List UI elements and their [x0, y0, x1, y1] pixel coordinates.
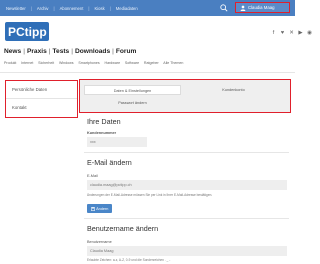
top-nav-item-mediadaten[interactable]: Mediadaten [116, 6, 138, 11]
social-links: f ♥ ✕ ▶ ◉ [271, 30, 312, 36]
search-icon[interactable] [220, 4, 228, 12]
x-icon[interactable]: ✕ [289, 30, 294, 36]
tab-data-settings[interactable]: Daten & Einstellungen [84, 85, 181, 95]
tab-customer-account[interactable]: Kundenkonto [185, 85, 282, 95]
main-nav-item-tests[interactable]: Tests [52, 48, 69, 55]
sub-nav-item[interactable]: Sicherheit [38, 61, 54, 65]
sidebar-item-personal-data[interactable]: Persönliche Daten [6, 81, 77, 99]
sidebar-item-contact[interactable]: Kontakt [6, 99, 77, 116]
user-name: Claudia Maag [248, 5, 275, 10]
main-nav-item-forum[interactable]: Forum [116, 48, 137, 55]
save-icon [90, 206, 95, 211]
sub-nav-item[interactable]: Software [125, 61, 139, 65]
tab-change-password[interactable]: Passwort ändern [84, 98, 181, 108]
logo-text: PCtipp [8, 25, 47, 39]
youtube-icon[interactable]: ▶ [298, 30, 303, 36]
top-nav-separator: | [30, 5, 32, 11]
email-hint: Änderungen der E-Mail-Adresse müssen Sie… [87, 193, 213, 197]
top-nav-separator: | [53, 5, 55, 11]
main-nav-item-downloads[interactable]: Downloads [75, 48, 110, 55]
username-label: Benutzername [87, 240, 112, 244]
settings-tabs: Daten & Einstellungen Kundenkonto Passwo… [79, 79, 291, 113]
twitter-icon[interactable]: ♥ [280, 30, 285, 36]
section-divider [84, 152, 289, 153]
customer-number-field: xxx [87, 137, 147, 147]
top-nav-item-kiosk[interactable]: Kiosk [94, 6, 104, 11]
sub-nav-item[interactable]: Hardware [105, 61, 121, 65]
save-email-label: Ändern [96, 206, 109, 211]
profile-sidebar: Persönliche Daten Kontakt [5, 80, 78, 118]
sub-nav-item[interactable]: Produkt [4, 61, 16, 65]
username-change-title: Benutzername ändern [87, 224, 159, 233]
top-nav-separator: | [88, 5, 90, 11]
your-data-title: Ihre Daten [87, 117, 121, 126]
top-nav-item-newsletter[interactable]: Newsletter [6, 6, 26, 11]
sub-nav-item[interactable]: Windows [59, 61, 74, 65]
sub-nav-item[interactable]: Alle Themen [163, 61, 183, 65]
user-icon [240, 5, 246, 11]
email-field[interactable]: claudia.maag@pctipp.ch [87, 180, 287, 190]
rss-icon[interactable]: ◉ [307, 30, 312, 36]
sub-nav-item[interactable]: Internet [21, 61, 33, 65]
email-change-title: E-Mail ändern [87, 158, 132, 167]
top-nav-separator: | [109, 5, 111, 11]
sub-nav-item[interactable]: Ratgeber [144, 61, 159, 65]
main-nav-item-praxis[interactable]: Praxis [27, 48, 47, 55]
save-email-button[interactable]: Ändern [87, 204, 112, 213]
main-nav: News | Praxis | Tests | Downloads | Forum [4, 48, 136, 55]
header-divider [0, 72, 295, 73]
top-nav-item-abonnement[interactable]: Abonnement [60, 6, 84, 11]
pctipp-logo[interactable]: PCtipp [5, 22, 49, 41]
username-field[interactable]: Claudia Maag [87, 246, 287, 256]
sub-nav: Produkt Internet Sicherheit Windows Smar… [4, 61, 187, 65]
section-divider [84, 218, 289, 219]
main-nav-item-news[interactable]: News [4, 48, 21, 55]
customer-number-label: Kundennummer [87, 131, 117, 135]
top-nav-item-archiv[interactable]: Archiv [37, 6, 49, 11]
facebook-icon[interactable]: f [271, 30, 276, 36]
email-label: E-Mail [87, 174, 98, 178]
user-account-button[interactable]: Claudia Maag [235, 2, 290, 13]
username-hint: Erlaubte Zeichen: a-z, A-Z, 0-9 und die … [87, 258, 171, 262]
top-nav: Newsletter | Archiv | Abonnement | Kiosk | M… [6, 0, 143, 16]
sub-nav-item[interactable]: Smartphones [78, 61, 99, 65]
